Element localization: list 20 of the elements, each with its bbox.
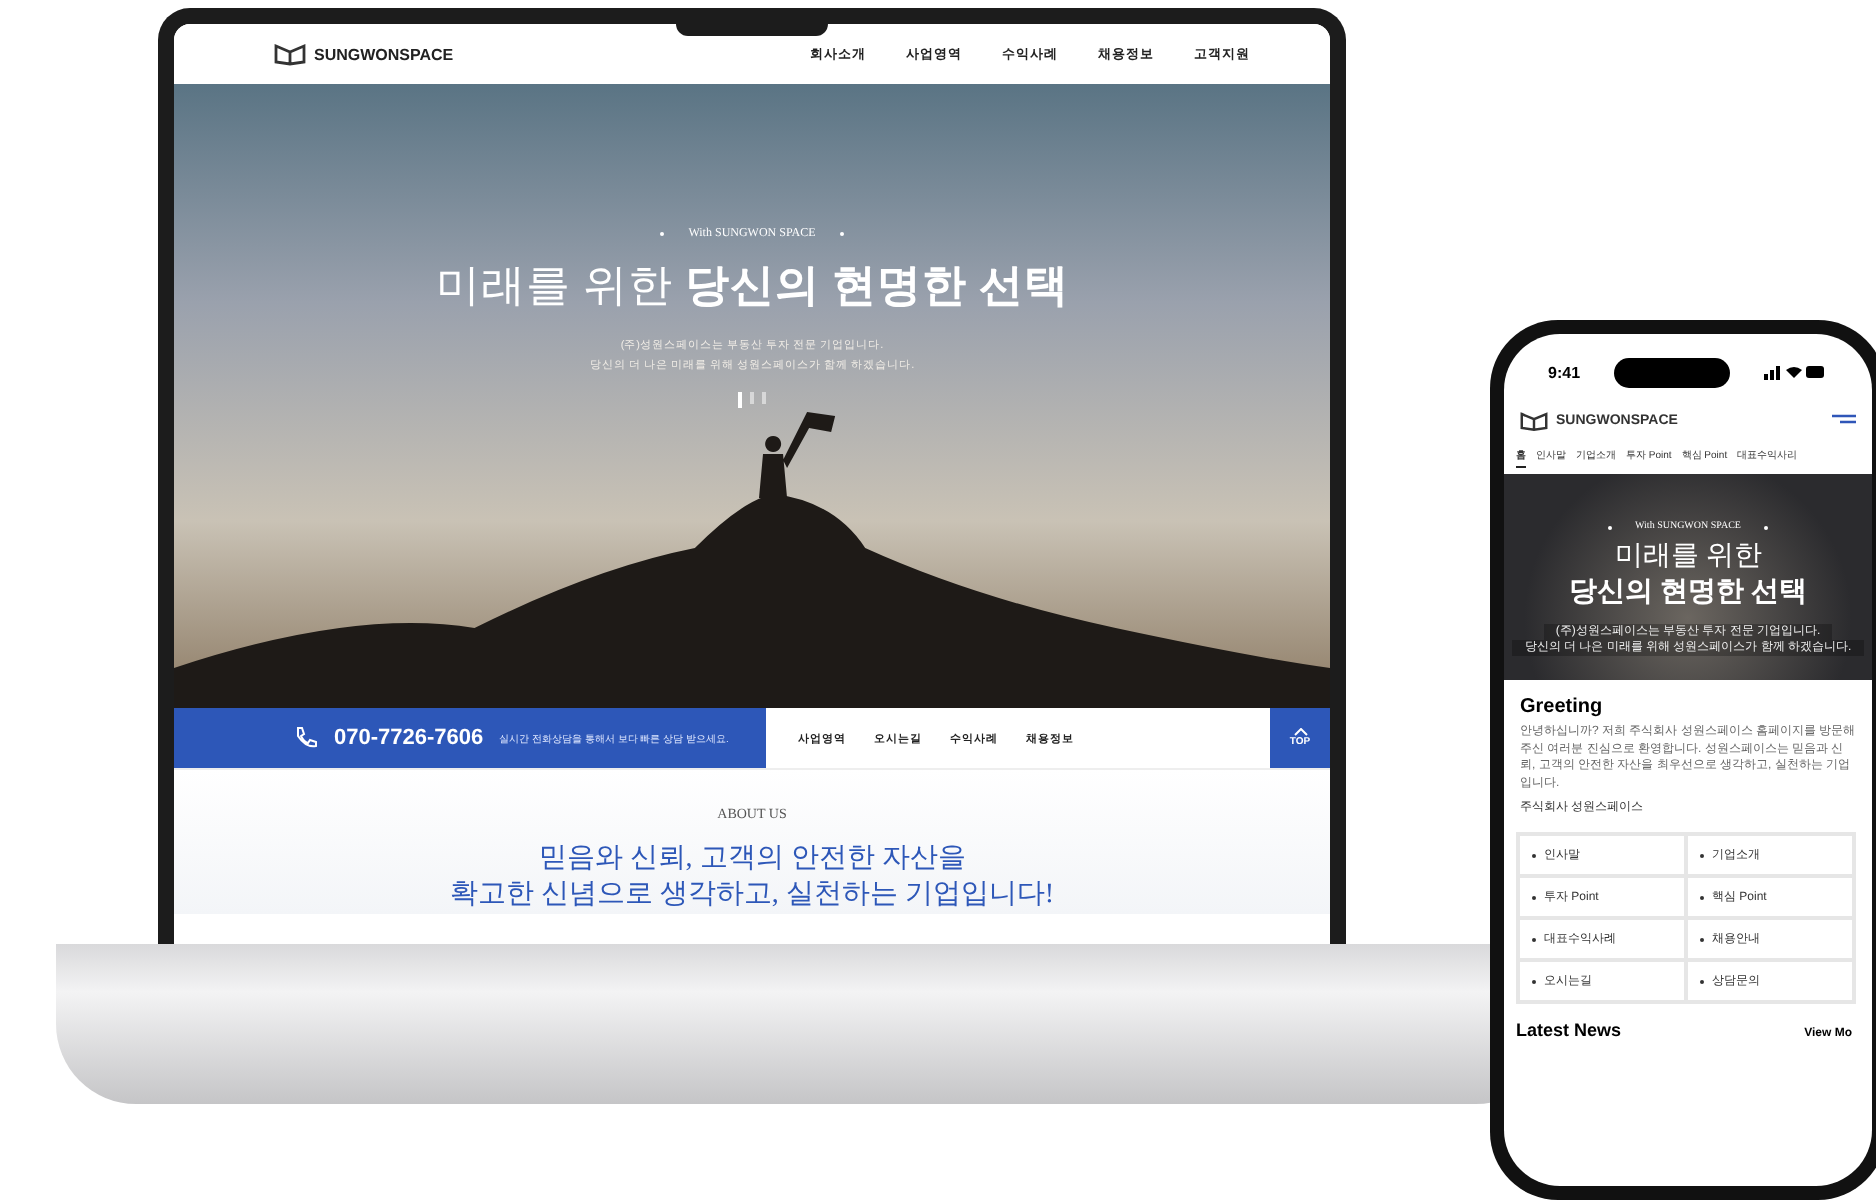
section-heading: Greeting xyxy=(1520,696,1605,718)
logo-text: SUNGWONSPACE xyxy=(314,45,454,63)
hero-title: 미래를 위한 당신의 현명한 선택 xyxy=(435,258,1069,314)
status-icons-drawing xyxy=(1763,364,1824,380)
dynamic-island xyxy=(1614,357,1730,387)
hero-title: 당신의 현명한 선택 xyxy=(1569,576,1807,612)
slide-indicator[interactable] xyxy=(750,392,754,404)
section-heading: 믿음와 신뢰, 고객의 안전한 자산을 xyxy=(538,842,966,878)
slide-indicator[interactable] xyxy=(738,392,742,408)
logo-icon xyxy=(274,42,306,66)
logo-icon xyxy=(1520,410,1548,432)
status-time: 9:41 xyxy=(1548,363,1581,381)
caret-icon xyxy=(1293,727,1307,735)
phone-icon xyxy=(294,726,318,750)
section-heading: 확고한 신념으로 생각하고, 실천하는 기업입니다! xyxy=(449,878,1055,914)
section-heading: Latest News xyxy=(1516,1020,1622,1040)
menu-icon[interactable] xyxy=(1832,413,1856,429)
phone-number: 070-7726-7606 xyxy=(334,726,484,750)
hero-title: 미래를 위한 xyxy=(1614,540,1762,576)
slide-indicator[interactable] xyxy=(762,392,766,404)
